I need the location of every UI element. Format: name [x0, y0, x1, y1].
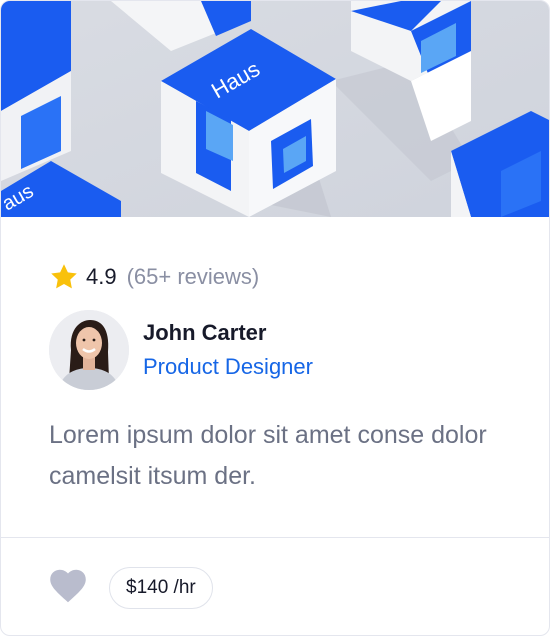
author-name: John Carter — [143, 320, 267, 345]
card-footer: $140 /hr — [49, 567, 213, 609]
review-count: (65+ reviews) — [126, 264, 260, 289]
rating: 4.9 (65+ reviews) — [49, 261, 259, 293]
haus-boxes-illustration: Haus aus — [1, 1, 549, 217]
price-badge: $140 /hr — [109, 567, 213, 609]
heart-icon — [49, 569, 87, 608]
author: John Carter Product Designer — [49, 310, 313, 390]
rating-score: 4.9 — [86, 264, 117, 289]
profile-card: Haus aus 4.9 (65+ reviews) John Carter P… — [0, 0, 550, 636]
favorite-button[interactable] — [49, 569, 87, 607]
avatar — [49, 310, 129, 390]
star-icon — [49, 262, 79, 292]
divider — [1, 537, 549, 538]
author-info: John Carter Product Designer — [143, 318, 313, 382]
description: Lorem ipsum dolor sit amet conse dolor c… — [49, 421, 487, 490]
hero-image: Haus aus — [1, 1, 549, 217]
author-role[interactable]: Product Designer — [143, 352, 313, 382]
